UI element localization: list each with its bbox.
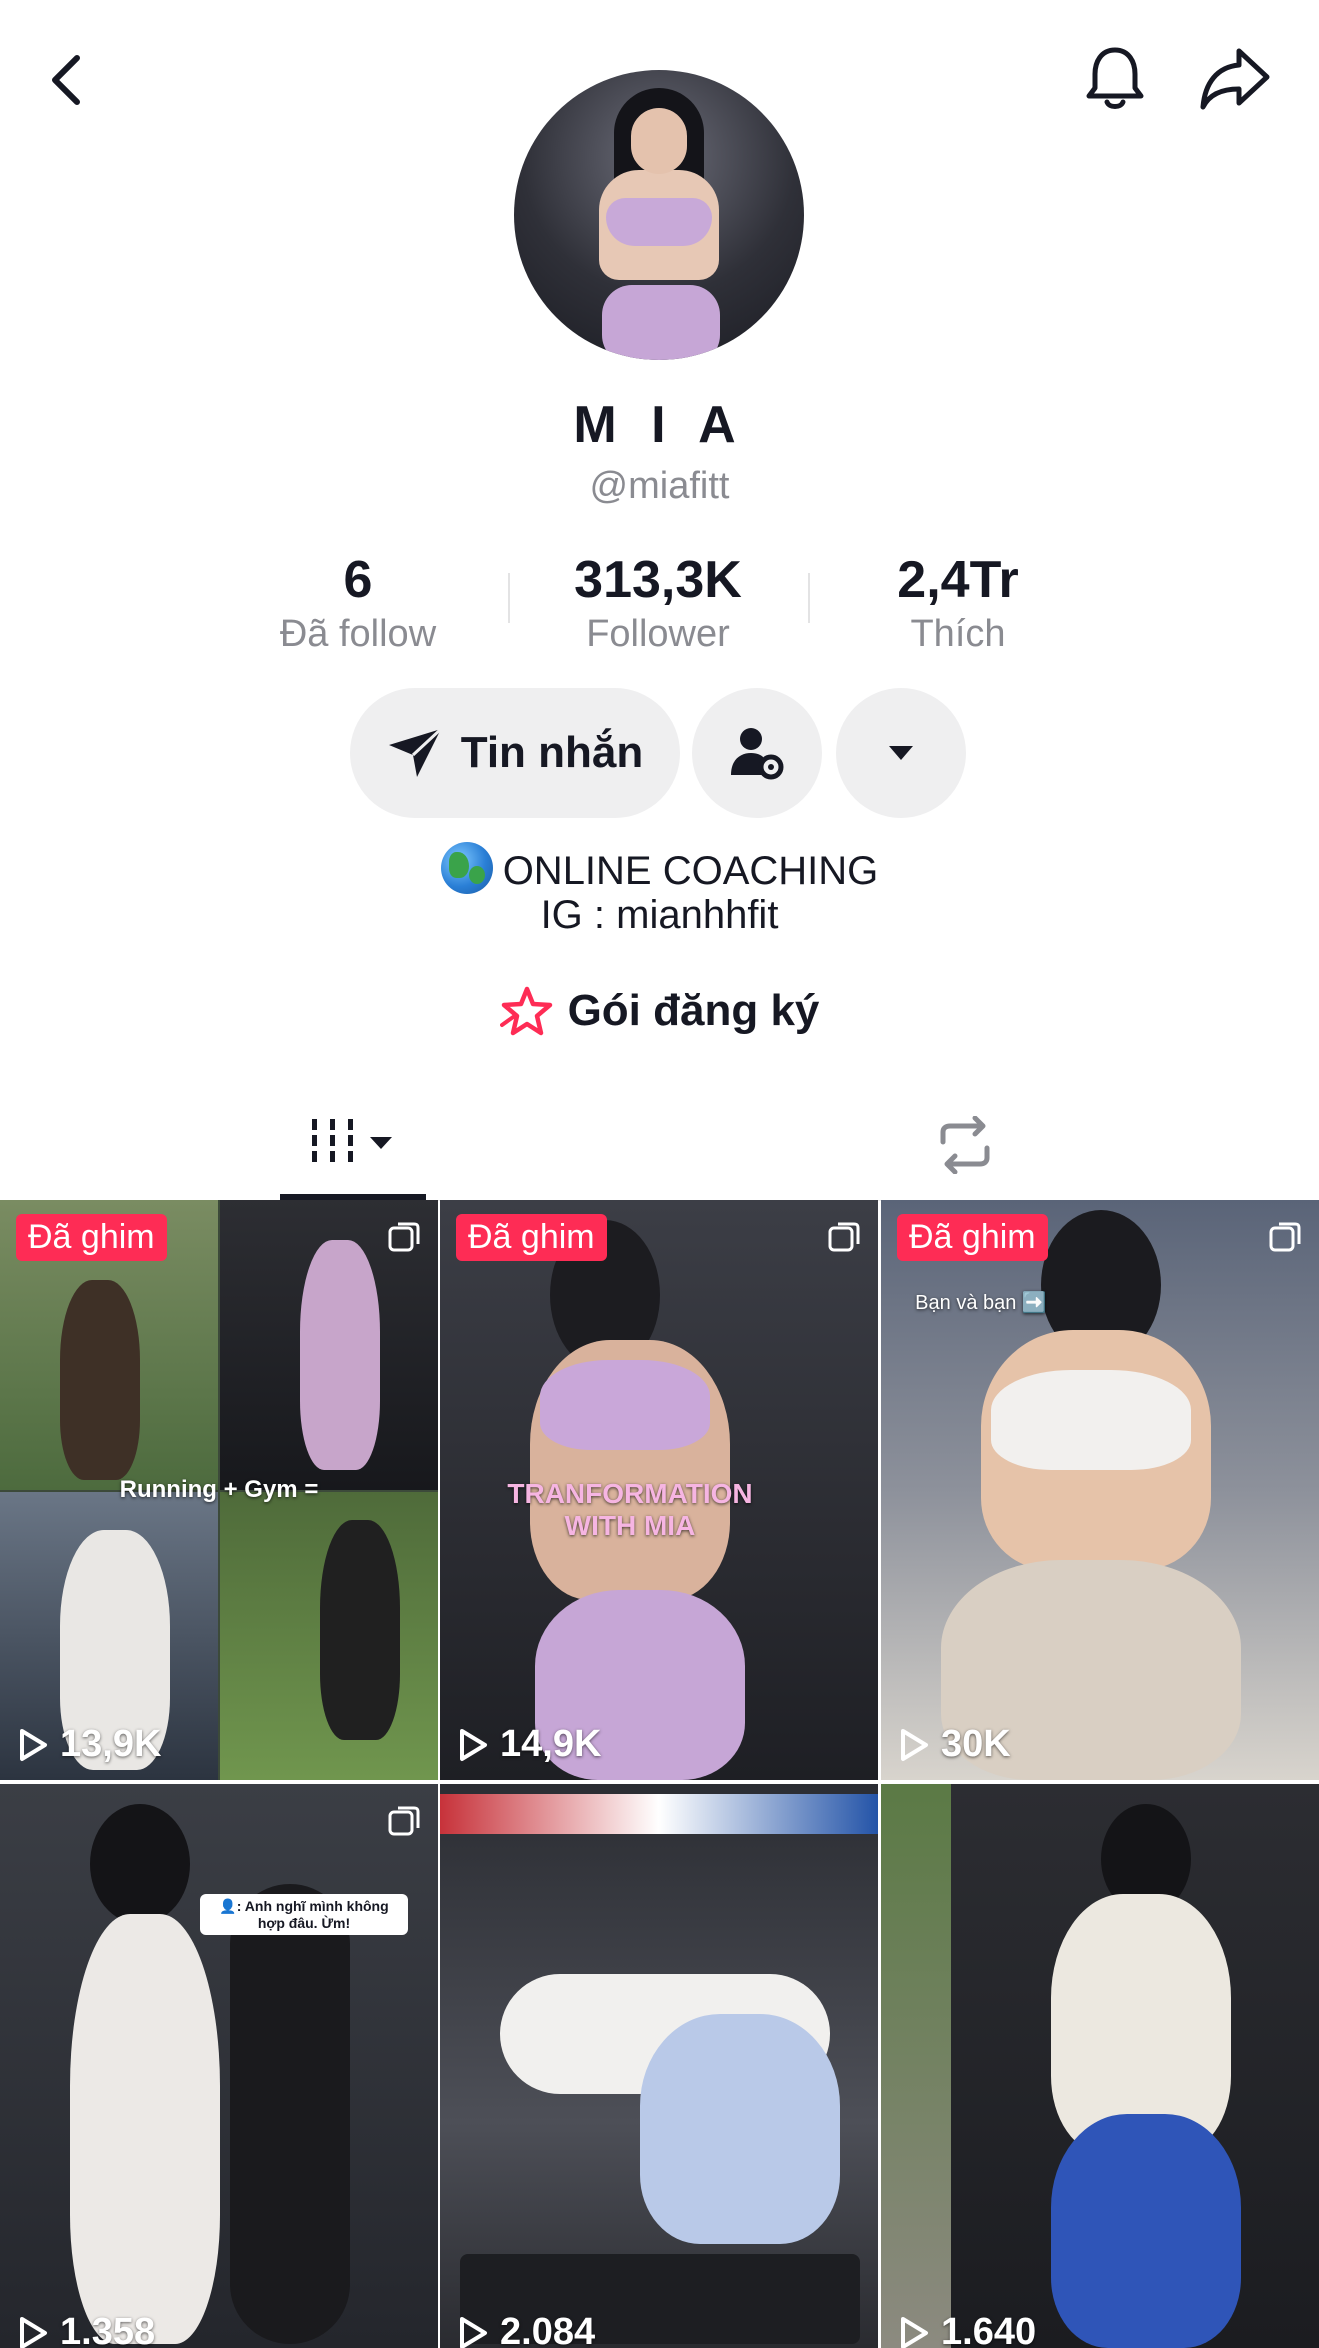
pinned-badge: Đã ghim xyxy=(16,1214,167,1261)
bio-line-1: ONLINE COACHING xyxy=(0,842,1319,894)
video-tile[interactable]: 2.084 xyxy=(440,1784,878,2348)
notification-bell-button[interactable] xyxy=(1075,36,1155,120)
star-icon xyxy=(499,986,552,1036)
pinned-badge: Đã ghim xyxy=(456,1214,607,1261)
view-count: 30K xyxy=(899,1723,1011,1766)
play-icon xyxy=(901,2316,928,2348)
multi-photo-icon xyxy=(1269,1222,1301,1252)
view-count-value: 30K xyxy=(941,1723,1011,1765)
video-overlay-text: Running + Gym = xyxy=(119,1476,319,1503)
video-overlay-text: TRANFORMATION WITH MIA xyxy=(507,1478,753,1541)
profile-name: M I A xyxy=(573,396,746,454)
likes-count: 2,4Tr xyxy=(897,551,1019,609)
chevron-left-icon xyxy=(52,55,80,105)
video-tile[interactable]: 👤: Anh nghĩ mình không hợp đâu. Ừm! 1.35… xyxy=(0,1784,438,2348)
view-count: 14,9K xyxy=(458,1723,601,1766)
caret-down-icon xyxy=(889,746,913,760)
view-count: 13,9K xyxy=(18,1723,161,1766)
message-button-label: Tin nhắn xyxy=(460,728,644,777)
view-count-value: 2.084 xyxy=(500,2311,596,2348)
profile-actions: Tin nhắn xyxy=(0,688,1319,818)
globe-icon xyxy=(440,842,493,894)
message-button[interactable]: Tin nhắn xyxy=(350,688,680,818)
repost-icon xyxy=(940,1116,990,1174)
stat-likes[interactable]: 2,4Tr Thích xyxy=(808,548,1108,656)
subscription-label: Gói đăng ký xyxy=(567,986,820,1035)
play-icon xyxy=(460,2316,487,2348)
video-overlay-text: Bạn và bạn ➡️ xyxy=(915,1292,1047,1314)
profile-handle: @miafitt xyxy=(589,465,730,507)
view-count-value: 14,9K xyxy=(500,1723,602,1765)
bio-line-2: IG : mianhhfit xyxy=(540,893,779,937)
tab-reposts[interactable] xyxy=(900,1090,1030,1200)
content-tabs xyxy=(0,1090,1319,1201)
friend-settings-button[interactable] xyxy=(692,688,822,818)
following-count: 6 xyxy=(343,551,373,609)
pinned-badge: Đã ghim xyxy=(897,1214,1048,1261)
video-grid: Running + Gym = Đã ghim 13,9K TRANFORMAT… xyxy=(0,1200,1319,2348)
following-label: Đã follow xyxy=(279,613,437,655)
likes-label: Thích xyxy=(910,613,1006,655)
more-options-button[interactable] xyxy=(836,688,966,818)
share-icon xyxy=(1200,48,1270,110)
user-settings-icon xyxy=(731,728,784,780)
view-count: 1.358 xyxy=(18,2311,155,2348)
bell-icon xyxy=(1086,47,1144,109)
share-button[interactable] xyxy=(1190,36,1280,120)
subscription-link[interactable]: Gói đăng ký xyxy=(0,985,1319,1037)
grid-icon xyxy=(312,1119,392,1162)
back-button[interactable] xyxy=(30,40,100,120)
video-tile[interactable]: TRANFORMATION WITH MIA Đã ghim 14,9K xyxy=(440,1200,878,1780)
avatar[interactable] xyxy=(514,70,804,360)
play-icon xyxy=(20,1728,47,1761)
send-icon xyxy=(388,727,442,777)
view-count: 2.084 xyxy=(458,2311,595,2348)
tab-videos[interactable] xyxy=(280,1090,426,1200)
play-icon xyxy=(901,1728,928,1761)
followers-count: 313,3K xyxy=(574,551,742,609)
bio-line-1-text: ONLINE COACHING xyxy=(502,849,879,893)
play-icon xyxy=(20,2316,47,2348)
stat-followers[interactable]: 313,3K Follower xyxy=(508,548,808,656)
video-overlay-text: 👤: Anh nghĩ mình không hợp đâu. Ừm! xyxy=(200,1894,408,1935)
video-tile[interactable]: Running + Gym = Đã ghim 13,9K xyxy=(0,1200,438,1780)
view-count-value: 1.358 xyxy=(60,2311,156,2348)
play-icon xyxy=(460,1728,487,1761)
followers-label: Follower xyxy=(586,613,730,655)
view-count-value: 1.640 xyxy=(941,2311,1037,2348)
stat-following[interactable]: 6 Đã follow xyxy=(208,548,508,656)
profile-stats: 6 Đã follow 313,3K Follower 2,4Tr Thích xyxy=(0,548,1319,658)
video-tile[interactable]: 1.640 xyxy=(881,1784,1319,2348)
view-count: 1.640 xyxy=(899,2311,1036,2348)
view-count-value: 13,9K xyxy=(60,1723,162,1765)
multi-photo-icon xyxy=(828,1222,860,1252)
multi-photo-icon xyxy=(388,1222,420,1252)
multi-photo-icon xyxy=(388,1806,420,1836)
video-tile[interactable]: Bạn và bạn ➡️ Đã ghim 30K xyxy=(881,1200,1319,1780)
